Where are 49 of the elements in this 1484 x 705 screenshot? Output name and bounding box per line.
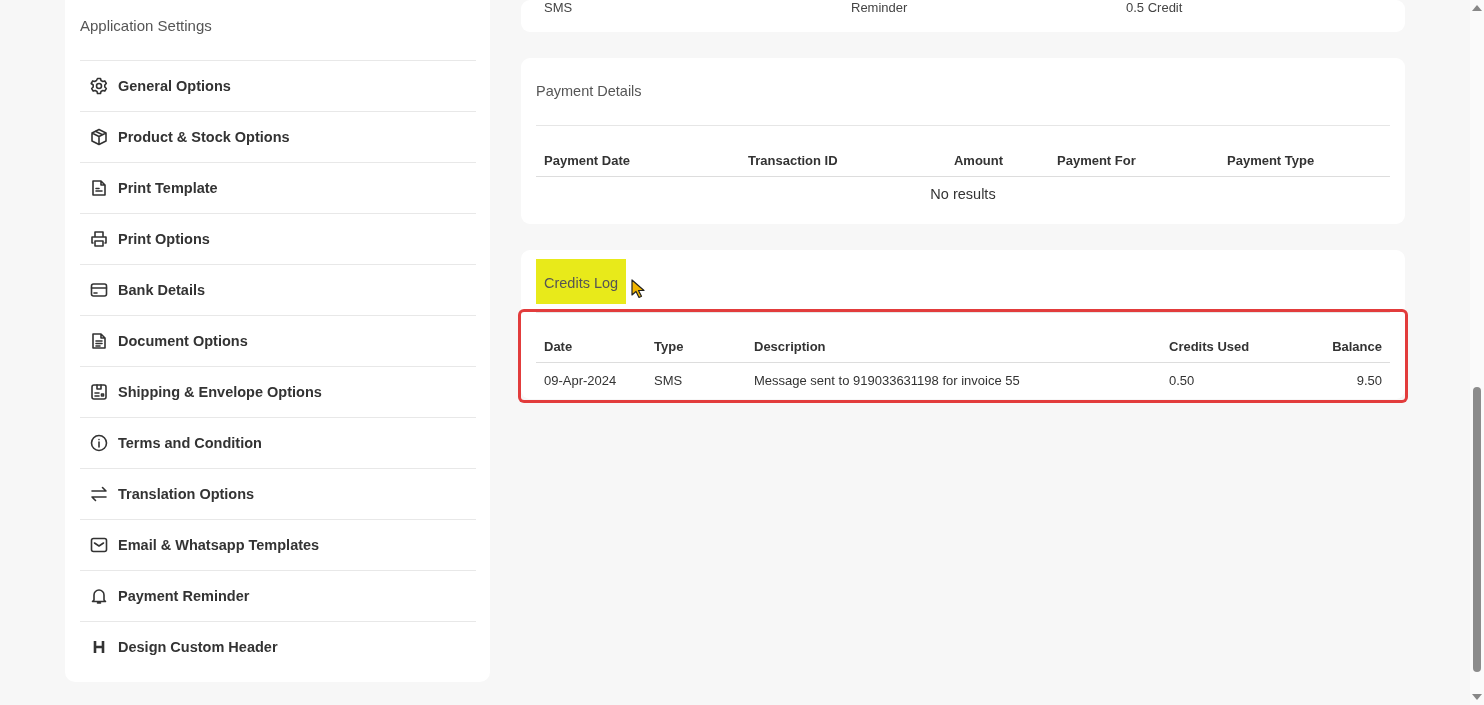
- scroll-up-icon[interactable]: [1472, 5, 1482, 11]
- section-title: Payment Details: [536, 82, 643, 101]
- bell-icon: [90, 587, 108, 605]
- sidebar-title: Application Settings: [80, 17, 213, 36]
- column-header: Balance: [1331, 339, 1382, 354]
- printer-icon: [90, 230, 108, 248]
- table-cell-text: 09-Apr-2024: [544, 373, 618, 388]
- column-header: Payment Date: [544, 153, 631, 168]
- table-cell-text: SMS: [654, 373, 684, 388]
- scrollbar-thumb[interactable]: [1473, 387, 1481, 672]
- column-header: Payment Type: [1227, 153, 1315, 168]
- card-icon: [90, 281, 108, 299]
- table-cell-text: SMS: [544, 0, 574, 16]
- column-header: Transaction ID: [748, 153, 839, 168]
- envelope-icon: [90, 536, 108, 554]
- table-cell-text: Reminder: [851, 0, 909, 16]
- column-header: Payment For: [1056, 153, 1137, 168]
- table-cell-text: 0.50: [1169, 373, 1196, 388]
- info-icon: [90, 434, 108, 452]
- package-icon: [90, 383, 108, 401]
- column-header: Description: [754, 339, 827, 354]
- column-header: Date: [544, 339, 574, 354]
- scroll-down-icon[interactable]: [1472, 694, 1482, 700]
- document-icon: [90, 179, 108, 197]
- sidebar-item[interactable]: Translation Options: [80, 468, 476, 519]
- table-cell: 0.5 Credit: [1126, 0, 1183, 16]
- sidebar-item[interactable]: Design Custom Header: [80, 621, 476, 672]
- sidebar-item[interactable]: General Options: [80, 60, 476, 111]
- highlighted-section-title: Credits Log: [536, 259, 627, 304]
- column-header: Amount: [952, 153, 1005, 168]
- table-cell-text: 9.50: [1355, 373, 1382, 388]
- empty-message: No results: [929, 185, 997, 204]
- gear-icon: [90, 77, 108, 95]
- swap-arrows-icon: [90, 485, 108, 503]
- box-icon: [90, 128, 108, 146]
- document-icon: [90, 332, 108, 350]
- sidebar-item[interactable]: Terms and Condition: [80, 417, 476, 468]
- table-cell-text: Message sent to 919033631198 for invoice 55: [754, 373, 1021, 388]
- sidebar-item[interactable]: Print Template: [80, 162, 476, 213]
- sidebar-item[interactable]: Bank Details: [80, 264, 476, 315]
- column-header: Credits Used: [1169, 339, 1251, 354]
- sidebar-item[interactable]: Product & Stock Options: [80, 111, 476, 162]
- sidebar-item[interactable]: Shipping & Envelope Options: [80, 366, 476, 417]
- mouse-pointer-icon: [631, 279, 646, 299]
- sidebar-item[interactable]: Email & Whatsapp Templates: [80, 519, 476, 570]
- sidebar-item[interactable]: Payment Reminder: [80, 570, 476, 621]
- column-header: Type: [654, 339, 685, 354]
- sidebar-item[interactable]: Print Options: [80, 213, 476, 264]
- sidebar-item[interactable]: Document Options: [80, 315, 476, 366]
